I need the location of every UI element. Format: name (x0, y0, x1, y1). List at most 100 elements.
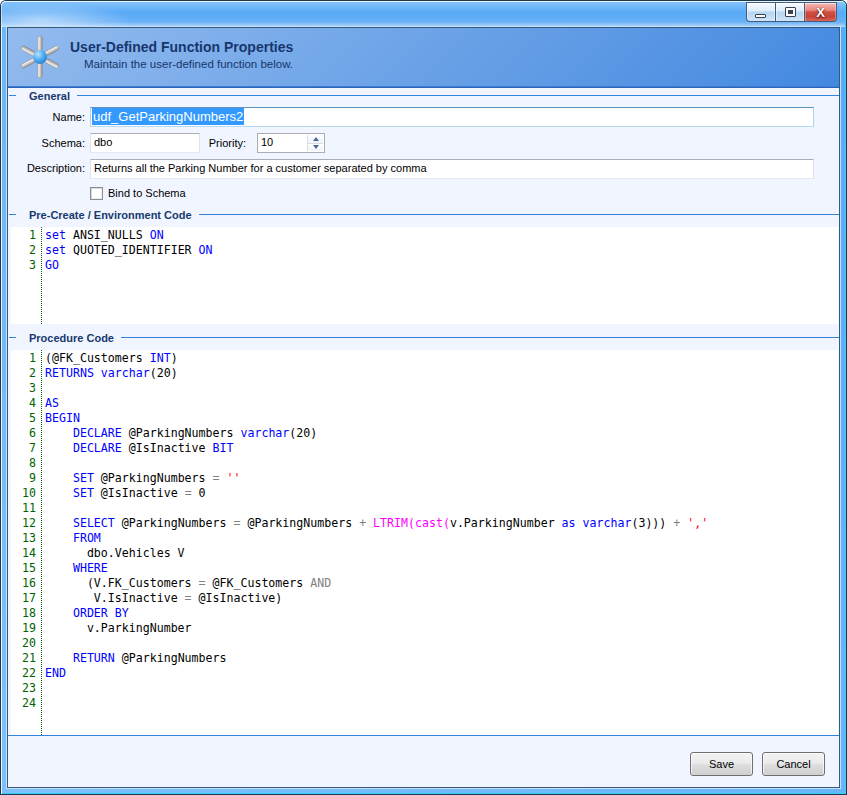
code-line: 4 AS (11, 396, 838, 411)
priority-value: 10 (261, 136, 273, 148)
code-line: 2RETURNS varchar(20) (11, 366, 838, 381)
code-token: LTRIM( (373, 516, 415, 530)
line-number: 3 (11, 381, 36, 396)
schema-label: Schema: (8, 137, 85, 149)
close-button[interactable]: X (805, 2, 837, 22)
code-line: 9 SET @ParkingNumbers = '' (11, 471, 838, 486)
spin-up-button[interactable] (308, 135, 323, 144)
code-token: '' (227, 471, 241, 485)
code-token: END (45, 666, 66, 680)
code-token: as (562, 516, 576, 530)
minimize-button[interactable] (746, 2, 775, 22)
code-token (45, 486, 73, 500)
line-number: 16 (11, 576, 36, 591)
code-token: GO (45, 258, 59, 272)
line-number: 23 (11, 681, 36, 696)
name-input[interactable]: udf_GetParkingNumbers2 (90, 107, 814, 127)
line-number: 4 (11, 396, 36, 411)
code-token: @FK_Customers (206, 576, 311, 590)
bind-to-schema-checkbox[interactable] (90, 187, 103, 200)
code-token: v.ParkingNumber (45, 621, 192, 635)
titlebar[interactable]: X (1, 1, 846, 27)
code-line: 6 DECLARE @ParkingNumbers varchar(20) (11, 426, 838, 441)
line-number: 8 (11, 456, 36, 471)
cancel-button[interactable]: Cancel (762, 752, 825, 776)
code-token (45, 426, 73, 440)
code-token (45, 441, 73, 455)
code-token: (V.FK_Customers (45, 576, 199, 590)
code-line: 12 SELECT @ParkingNumbers = @ParkingNumb… (11, 516, 838, 531)
code-token: @ParkingNumbers (240, 516, 359, 530)
code-token: @ParkingNumbers (122, 426, 241, 440)
code-token: @ParkingNumbers (115, 516, 234, 530)
code-token: @IsInactive (94, 486, 185, 500)
code-line: 18 ORDER BY (11, 606, 838, 621)
code-token: cast( (415, 516, 450, 530)
procedure-section-label: Procedure Code (29, 332, 114, 344)
code-token: @ParkingNumbers (115, 651, 227, 665)
description-input[interactable]: Returns all the Parking Number for a cus… (90, 159, 814, 179)
code-token: BIT (213, 441, 234, 455)
save-button[interactable]: Save (690, 752, 753, 776)
code-token: QUOTED_IDENTIFIER (66, 243, 199, 257)
code-line: 13 FROM (11, 531, 838, 546)
code-token: WHERE (73, 561, 108, 575)
code-token: ON (150, 228, 164, 242)
code-token: @IsInactive (122, 441, 213, 455)
code-token: SET (73, 471, 94, 485)
name-label: Name: (8, 111, 85, 123)
line-number: 20 (11, 636, 36, 651)
line-number: 14 (11, 546, 36, 561)
code-token: @ParkingNumbers (94, 471, 213, 485)
code-token (45, 471, 73, 485)
code-line: 21 RETURN @ParkingNumbers (11, 651, 838, 666)
line-number: 9 (11, 471, 36, 486)
code-line: 2set QUOTED_IDENTIFIER ON (11, 243, 838, 258)
line-number: 1 (11, 228, 36, 243)
footer-separator (8, 735, 839, 736)
line-number: 2 (11, 366, 36, 381)
code-line: 17 V.IsInactive = @IsInactive) (11, 591, 838, 606)
code-token: V.IsInactive (45, 591, 185, 605)
code-token: AS (45, 396, 59, 410)
code-token: BEGIN (45, 411, 80, 425)
line-number: 1 (11, 351, 36, 366)
code-line: 1set ANSI_NULLS ON (11, 228, 838, 243)
bind-to-schema-label: Bind to Schema (108, 187, 186, 199)
spin-down-button[interactable] (308, 144, 323, 152)
code-token: = (185, 591, 192, 605)
priority-spinner (307, 135, 323, 151)
description-label: Description: (8, 162, 85, 174)
line-number: 15 (11, 561, 36, 576)
procedure-code-editor[interactable]: 1(@FK_Customers INT)2RETURNS varchar(20)… (11, 350, 838, 735)
priority-input[interactable]: 10 (257, 133, 325, 153)
line-number: 18 (11, 606, 36, 621)
code-token: FROM (73, 531, 101, 545)
precreate-code-editor[interactable]: 1set ANSI_NULLS ON2set QUOTED_IDENTIFIER… (11, 227, 838, 324)
code-line: 15 WHERE (11, 561, 838, 576)
general-section-header: General (8, 89, 839, 102)
spin-up-icon (313, 137, 319, 141)
function-jack-icon (18, 35, 62, 79)
code-token: ) (171, 351, 178, 365)
maximize-icon (785, 7, 796, 17)
code-token: varchar (240, 426, 289, 440)
line-number: 6 (11, 426, 36, 441)
page-title: User-Defined Function Properties (70, 39, 293, 55)
code-token: ORDER BY (73, 606, 129, 620)
code-token (45, 516, 73, 530)
line-number: 13 (11, 531, 36, 546)
code-token: @IsInactive) (192, 591, 283, 605)
page-subtitle: Maintain the user-defined function below… (84, 58, 293, 70)
code-token: AND (310, 576, 331, 590)
code-line: 8 (11, 456, 838, 471)
code-line: 20 (11, 636, 838, 651)
maximize-button[interactable] (775, 2, 805, 22)
spin-down-icon (313, 145, 319, 149)
code-token: ANSI_NULLS (66, 228, 150, 242)
dialog-content: User-Defined Function Properties Maintai… (7, 27, 840, 788)
general-section-label: General (29, 90, 70, 102)
code-line: 7 DECLARE @IsInactive BIT (11, 441, 838, 456)
code-token (45, 531, 73, 545)
code-line: 19 v.ParkingNumber (11, 621, 838, 636)
